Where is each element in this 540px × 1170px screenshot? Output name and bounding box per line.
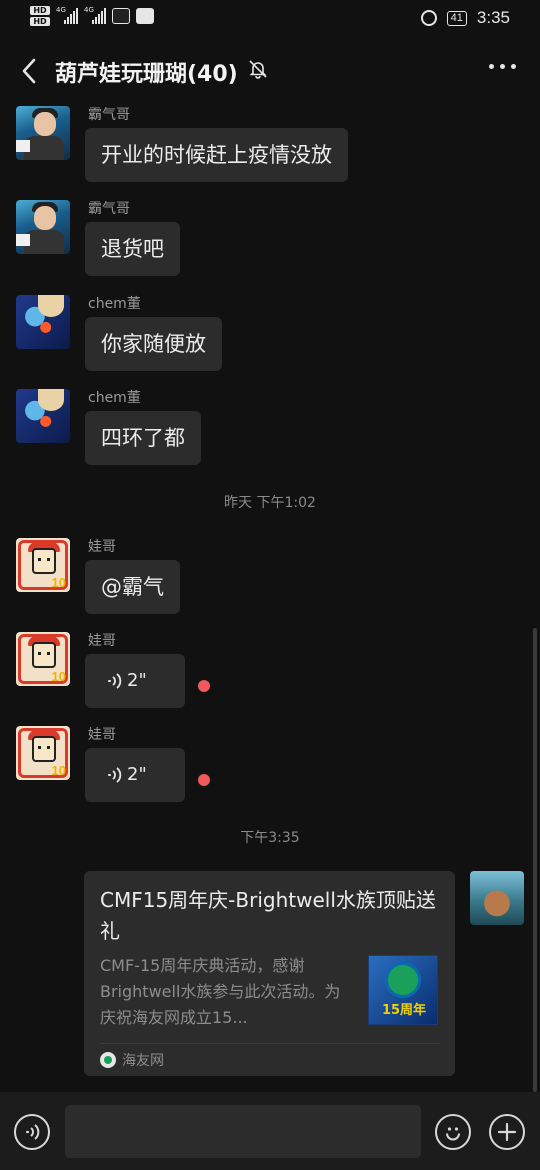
avatar[interactable]: [16, 200, 70, 254]
divider: [100, 1043, 440, 1044]
unread-dot: [198, 774, 210, 786]
card-source: 海友网: [100, 1050, 164, 1070]
more-icon: [489, 64, 494, 69]
voice-duration: 2": [127, 764, 147, 785]
message-bubble[interactable]: 四环了都: [85, 411, 201, 465]
signal-icon: 4G: [84, 6, 106, 24]
status-left: HD HD 4G 4G: [30, 6, 154, 26]
plus-icon: [497, 1122, 517, 1142]
network-label: 4G: [56, 6, 66, 14]
message-bubble[interactable]: 退货吧: [85, 222, 180, 276]
scrollbar[interactable]: [533, 628, 537, 1092]
alarm-icon: [420, 10, 437, 26]
chat-messages[interactable]: 霸气哥 开业的时候赶上疫情没放 霸气哥 退货吧 chem董 你家随便放 chem…: [0, 106, 540, 1092]
chat-header: 葫芦娃玩珊瑚(40): [0, 38, 540, 106]
avatar[interactable]: 10: [16, 726, 70, 780]
more-button[interactable]: [489, 64, 516, 69]
hd-indicator: HD HD: [30, 6, 50, 26]
network-label: 4G: [84, 6, 94, 14]
battery-icon: 41: [446, 10, 467, 26]
timestamp: 昨天 下午1:02: [224, 495, 316, 511]
timestamp: 下午3:35: [240, 830, 300, 846]
chat-title: 葫芦娃玩珊瑚(40): [55, 56, 268, 88]
voice-message[interactable]: 2": [85, 748, 185, 802]
voice-input-button[interactable]: [14, 1114, 50, 1150]
emoji-button[interactable]: [435, 1114, 471, 1150]
avatar[interactable]: [16, 106, 70, 160]
input-bar: [0, 1092, 540, 1170]
tiktok-icon: [112, 8, 130, 24]
clock: 3:35: [476, 8, 510, 27]
avatar[interactable]: [16, 295, 70, 349]
back-icon: [22, 58, 36, 84]
sender-name: 娃哥: [88, 633, 116, 649]
status-right: 41 3:35: [420, 8, 510, 28]
avatar[interactable]: [16, 389, 70, 443]
voice-message[interactable]: 2": [85, 654, 185, 708]
self-avatar[interactable]: [470, 871, 524, 925]
mute-icon: [248, 59, 268, 85]
message-bubble[interactable]: 开业的时候赶上疫情没放: [85, 128, 348, 182]
sender-name: chem董: [88, 296, 141, 312]
sender-name: chem董: [88, 390, 141, 406]
message-bubble[interactable]: @霸气: [85, 560, 180, 614]
status-bar: HD HD 4G 4G 41 3:35: [0, 0, 540, 38]
avatar[interactable]: 10: [16, 632, 70, 686]
back-button[interactable]: [14, 56, 44, 86]
plus-button[interactable]: [489, 1114, 525, 1150]
thumb-label: 15周年: [381, 1003, 427, 1018]
message-input[interactable]: [65, 1105, 421, 1158]
sender-name: 娃哥: [88, 539, 116, 555]
voice-wave-icon: [108, 767, 122, 783]
card-thumbnail: 15周年: [368, 955, 438, 1025]
message-bubble[interactable]: 你家随便放: [85, 317, 222, 371]
sender-name: 娃哥: [88, 727, 116, 743]
hd-label: HD: [30, 17, 50, 26]
hd-label: HD: [30, 6, 50, 15]
sender-name: 霸气哥: [88, 107, 130, 123]
group-name: 葫芦娃玩珊瑚(40): [55, 62, 238, 87]
sender-name: 霸气哥: [88, 201, 130, 217]
app-icon: [136, 8, 154, 24]
voice-duration: 2": [127, 670, 147, 691]
avatar[interactable]: 10: [16, 538, 70, 592]
source-name: 海友网: [122, 1053, 164, 1069]
source-app-icon: [100, 1052, 116, 1068]
voice-input-icon: [25, 1124, 40, 1140]
card-description: CMF-15周年庆典活动，感谢Brightwell水族参与此次活动。为庆祝海友网…: [100, 956, 341, 1027]
card-title: CMF15周年庆-Brightwell水族顶贴送礼: [100, 888, 436, 943]
emoji-icon: [446, 1127, 460, 1141]
voice-wave-icon: [108, 673, 122, 689]
signal-icon: 4G: [56, 6, 78, 24]
fish-logo-icon: [385, 962, 421, 998]
link-card[interactable]: CMF15周年庆-Brightwell水族顶贴送礼 CMF-15周年庆典活动，感…: [84, 871, 455, 1076]
unread-dot: [198, 680, 210, 692]
